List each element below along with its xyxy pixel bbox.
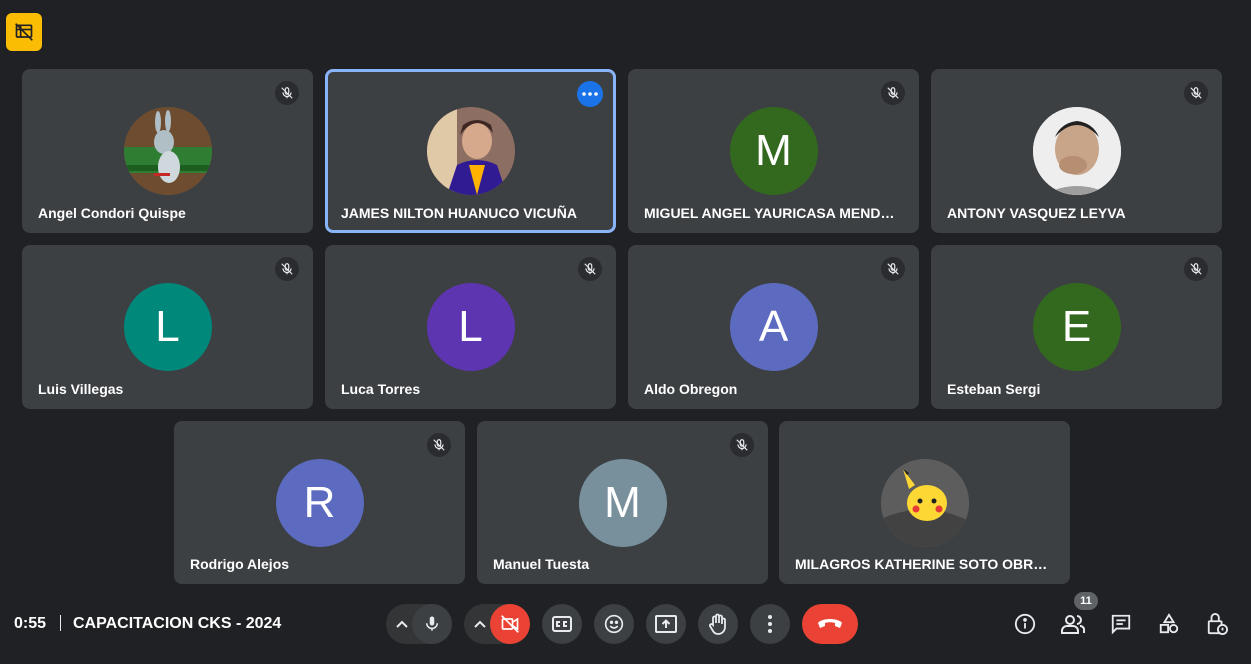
participant-name: Rodrigo Alejos xyxy=(190,556,290,572)
activities-icon xyxy=(1158,613,1180,635)
avatar: E xyxy=(1032,283,1121,371)
more-options-button[interactable] xyxy=(750,604,790,644)
camera-off-icon xyxy=(500,614,520,634)
participant-name: MIGUEL ANGEL YAURICASA MENDO... xyxy=(644,205,901,221)
microphone-button[interactable] xyxy=(412,604,452,644)
avatar-initial: L xyxy=(458,302,483,351)
participant-tile[interactable]: L Luca Torres xyxy=(325,245,616,409)
participant-name: Aldo Obregon xyxy=(644,381,738,397)
chevron-up-icon xyxy=(474,620,486,628)
host-controls-icon xyxy=(1206,612,1228,636)
people-button[interactable] xyxy=(1055,606,1091,642)
chat-icon xyxy=(1110,613,1132,635)
end-call-button[interactable] xyxy=(802,604,858,644)
muted-mic-icon xyxy=(1184,257,1208,281)
divider xyxy=(60,615,61,631)
avatar: R xyxy=(275,459,364,547)
avatar-initial: L xyxy=(155,302,180,351)
meeting-title: CAPACITACION CKS - 2024 xyxy=(73,615,282,632)
participant-tile[interactable]: R Rodrigo Alejos xyxy=(174,421,465,584)
participants-count-badge: 11 xyxy=(1074,592,1098,610)
avatar-initial: M xyxy=(755,126,792,175)
more-options-icon[interactable] xyxy=(577,81,603,107)
host-controls-button[interactable] xyxy=(1199,606,1235,642)
participant-tile[interactable]: A Aldo Obregon xyxy=(628,245,919,409)
muted-mic-icon xyxy=(578,257,602,281)
meeting-info-button[interactable] xyxy=(1007,606,1043,642)
info-icon xyxy=(1014,613,1036,635)
participant-tile[interactable]: ANTONY VASQUEZ LEYVA xyxy=(931,69,1222,233)
participant-tile-active[interactable]: JAMES NILTON HUANUCO VICUÑA xyxy=(325,69,616,233)
participant-name: Luca Torres xyxy=(341,381,421,397)
avatar: A xyxy=(729,283,818,371)
avatar xyxy=(426,107,515,195)
chat-button[interactable] xyxy=(1103,606,1139,642)
avatar xyxy=(1032,107,1121,195)
people-icon xyxy=(1061,614,1085,634)
avatar xyxy=(123,107,212,195)
muted-mic-icon xyxy=(275,81,299,105)
participant-tile[interactable]: M Manuel Tuesta xyxy=(477,421,768,584)
avatar: L xyxy=(426,283,515,371)
participant-tile[interactable]: L Luis Villegas xyxy=(22,245,313,409)
avatar-initial: A xyxy=(758,302,789,351)
participant-name: Esteban Sergi xyxy=(947,381,1041,397)
avatar-initial: E xyxy=(1061,302,1092,351)
present-screen-icon xyxy=(655,615,677,633)
participant-tile[interactable]: E Esteban Sergi xyxy=(931,245,1222,409)
participant-tile[interactable]: Angel Condori Quispe xyxy=(22,69,313,233)
emoji-icon xyxy=(604,614,624,634)
avatar: L xyxy=(123,283,212,371)
reactions-button[interactable] xyxy=(594,604,634,644)
present-button[interactable] xyxy=(646,604,686,644)
captions-button[interactable] xyxy=(542,604,582,644)
meeting-time: 0:55 xyxy=(14,615,47,632)
muted-mic-icon xyxy=(1184,81,1208,105)
participant-name: Angel Condori Quispe xyxy=(38,205,186,221)
participant-name: Luis Villegas xyxy=(38,381,124,397)
participant-tile[interactable]: MILAGROS KATHERINE SOTO OBREG... xyxy=(779,421,1070,584)
avatar-initial: R xyxy=(303,478,336,527)
microphone-icon xyxy=(423,615,441,633)
no-video-icon xyxy=(14,22,34,42)
participant-name: MILAGROS KATHERINE SOTO OBREG... xyxy=(795,556,1052,572)
raise-hand-button[interactable] xyxy=(698,604,738,644)
avatar: M xyxy=(729,107,818,195)
muted-mic-icon xyxy=(881,81,905,105)
muted-mic-icon xyxy=(427,433,451,457)
avatar xyxy=(880,459,969,547)
participant-name: JAMES NILTON HUANUCO VICUÑA xyxy=(341,205,577,221)
view-mode-badge[interactable] xyxy=(6,13,42,51)
hand-icon xyxy=(708,613,728,635)
camera-button[interactable] xyxy=(490,604,530,644)
captions-icon xyxy=(552,616,572,632)
muted-mic-icon xyxy=(730,433,754,457)
chevron-up-icon xyxy=(396,620,408,628)
activities-button[interactable] xyxy=(1151,606,1187,642)
muted-mic-icon xyxy=(275,257,299,281)
meeting-controls-bar: 0:55 CAPACITACION CKS - 2024 11 xyxy=(0,592,1251,650)
more-options-icon xyxy=(768,615,772,633)
avatar: M xyxy=(578,459,667,547)
avatar-initial: M xyxy=(604,478,641,527)
participant-name: ANTONY VASQUEZ LEYVA xyxy=(947,205,1126,221)
participant-tile[interactable]: M MIGUEL ANGEL YAURICASA MENDO... xyxy=(628,69,919,233)
participant-name: Manuel Tuesta xyxy=(493,556,590,572)
muted-mic-icon xyxy=(881,257,905,281)
end-call-icon xyxy=(817,618,843,630)
